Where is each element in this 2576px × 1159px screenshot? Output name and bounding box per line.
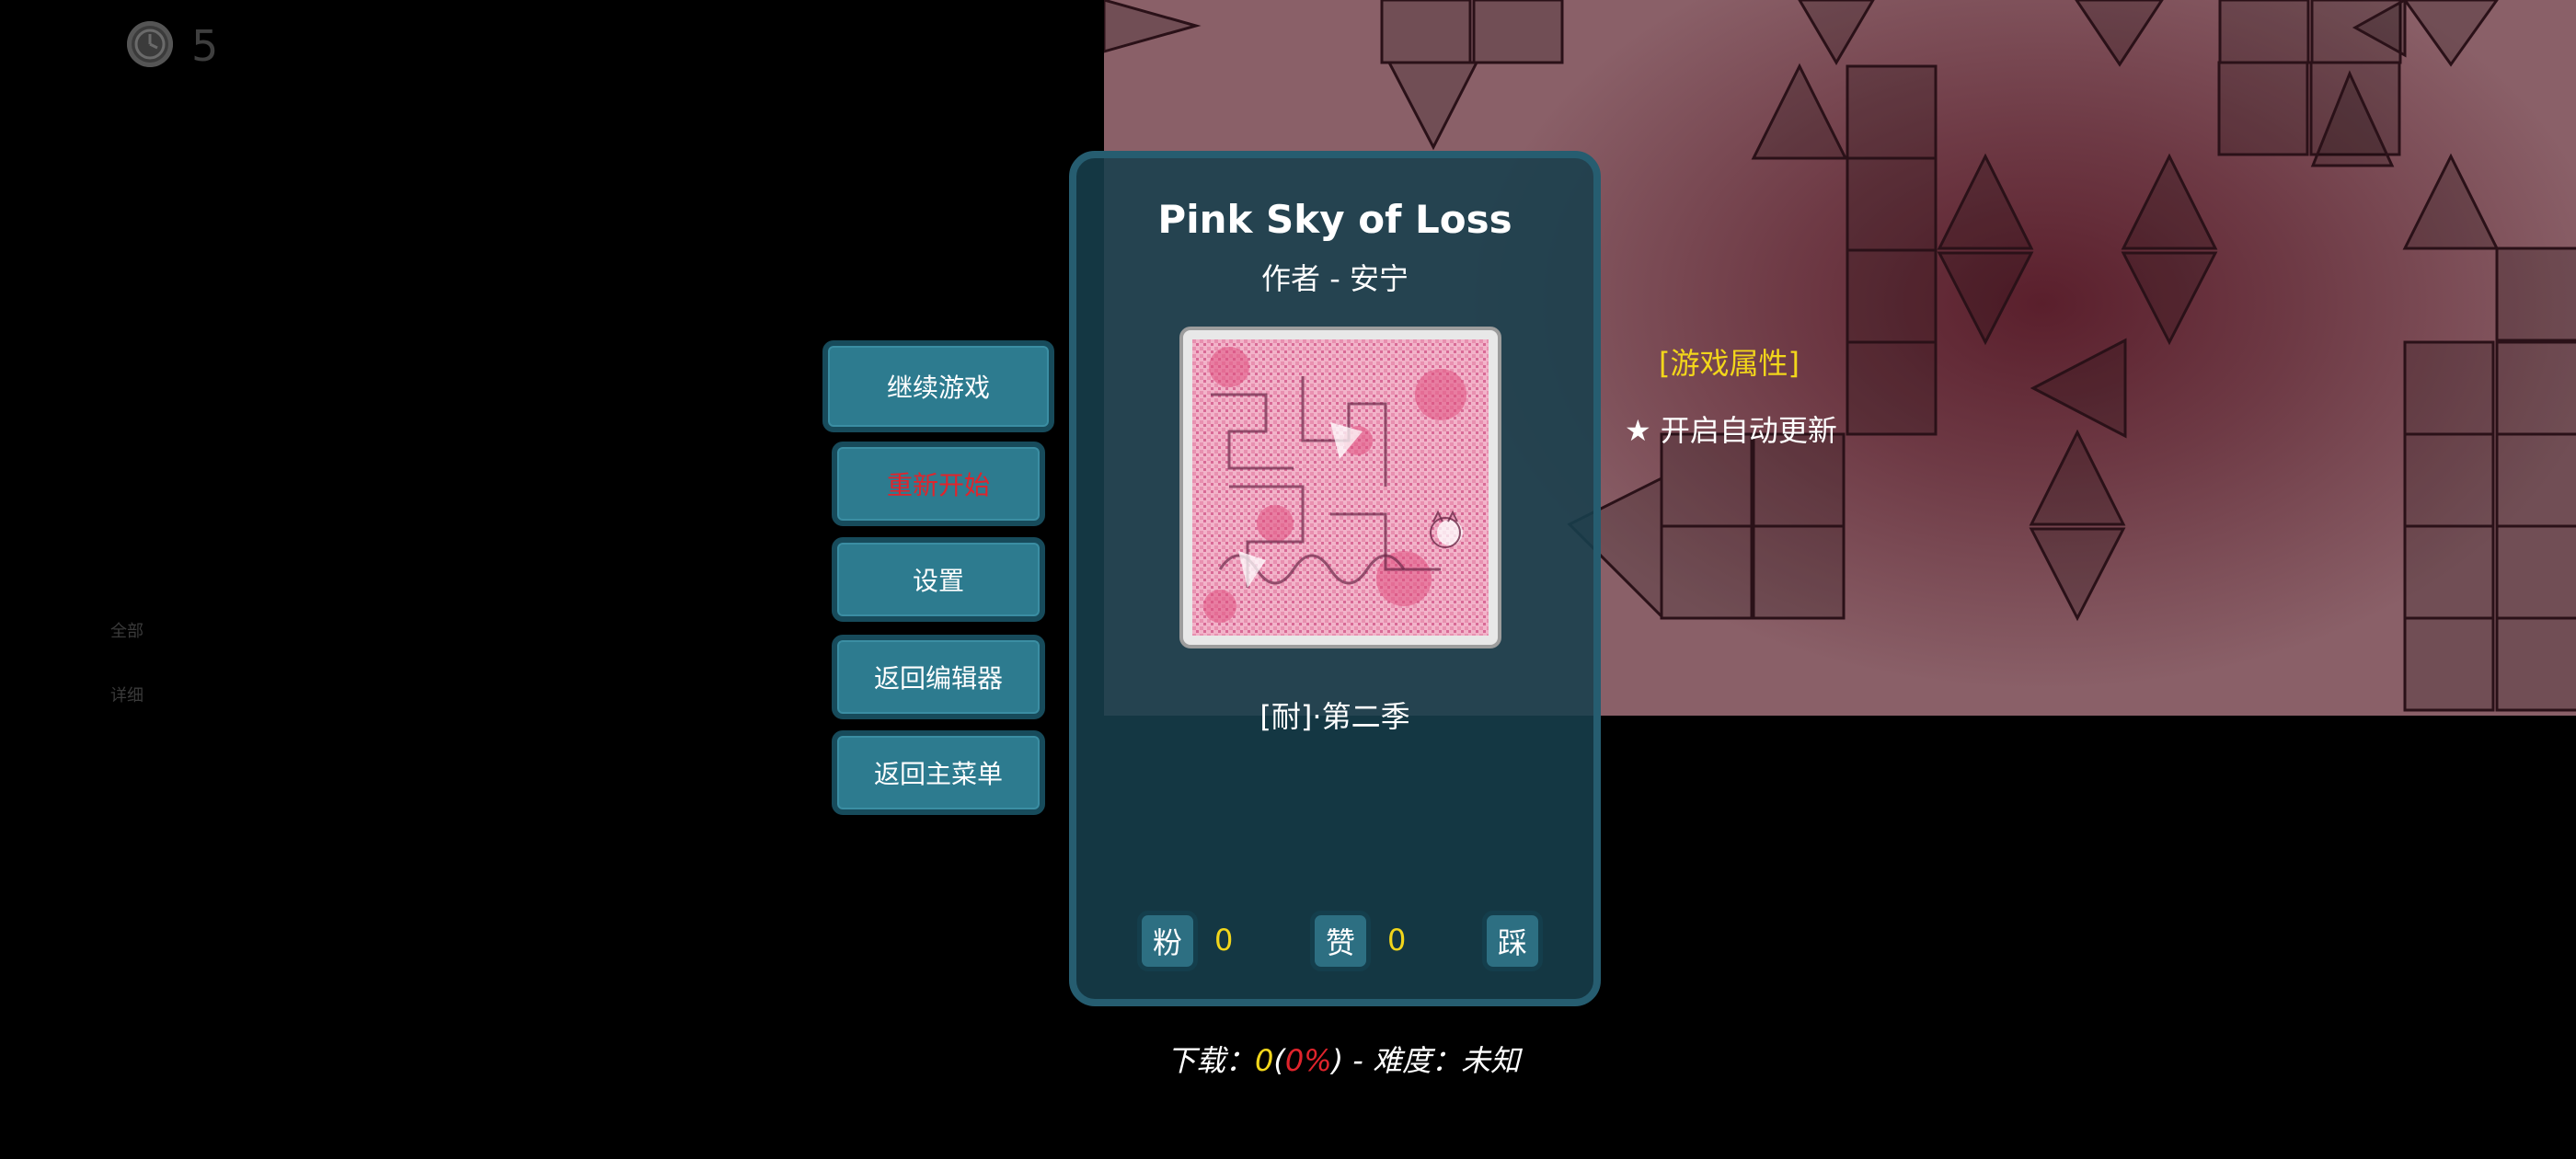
open-paren: ( — [1273, 1043, 1285, 1078]
continue-game-button[interactable]: 继续游戏 — [822, 340, 1054, 432]
level-title: Pink Sky of Loss — [1157, 197, 1512, 242]
download-difficulty-info: 下载：0(0%) - 难度：未知 — [1167, 1038, 1520, 1080]
restart-button[interactable]: 重新开始 — [832, 442, 1045, 526]
level-author: 作者 - 安宁 — [1261, 261, 1409, 296]
back-to-editor-button[interactable]: 返回编辑器 — [832, 635, 1045, 719]
level-thumbnail — [1179, 327, 1501, 648]
game-properties-title: [游戏属性] — [1659, 346, 1800, 381]
dislike-button[interactable]: 踩 — [1482, 911, 1543, 971]
level-info-card: Pink Sky of Loss 作者 - 安宁 [耐]·第二季 粉 0 赞 0… — [1069, 151, 1601, 1006]
side-label-detail[interactable]: 详细 — [110, 686, 144, 706]
fans-button[interactable]: 粉 — [1137, 911, 1198, 971]
level-tag: [耐]·第二季 — [1259, 699, 1410, 734]
stats-separator: - — [1343, 1043, 1373, 1078]
clock-icon — [127, 21, 173, 67]
side-label-all[interactable]: 全部 — [110, 622, 144, 642]
level-thumbnail-image — [1192, 339, 1489, 636]
auto-update-property: ★ 开启自动更新 — [1625, 413, 1837, 448]
difficulty-label: 难度： — [1373, 1043, 1462, 1078]
like-count: 0 — [1387, 923, 1407, 958]
downloads-label: 下载： — [1167, 1043, 1256, 1078]
downloads-value: 0 — [1255, 1043, 1274, 1078]
like-button[interactable]: 赞 — [1310, 911, 1371, 971]
close-paren: ) — [1331, 1043, 1344, 1078]
back-to-main-menu-button[interactable]: 返回主菜单 — [832, 730, 1045, 815]
settings-button[interactable]: 设置 — [832, 537, 1045, 622]
downloads-percent: 0% — [1284, 1043, 1332, 1078]
difficulty-value: 未知 — [1461, 1043, 1521, 1078]
fans-count: 0 — [1214, 923, 1234, 958]
hud-counter: 5 — [191, 21, 219, 71]
